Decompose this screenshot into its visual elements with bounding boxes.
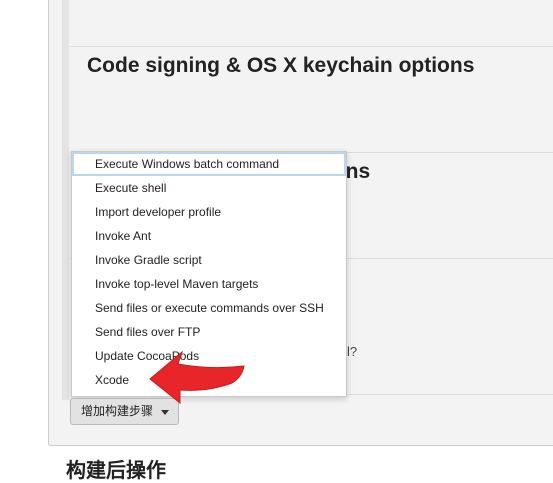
red-arrow-icon [149,350,245,405]
